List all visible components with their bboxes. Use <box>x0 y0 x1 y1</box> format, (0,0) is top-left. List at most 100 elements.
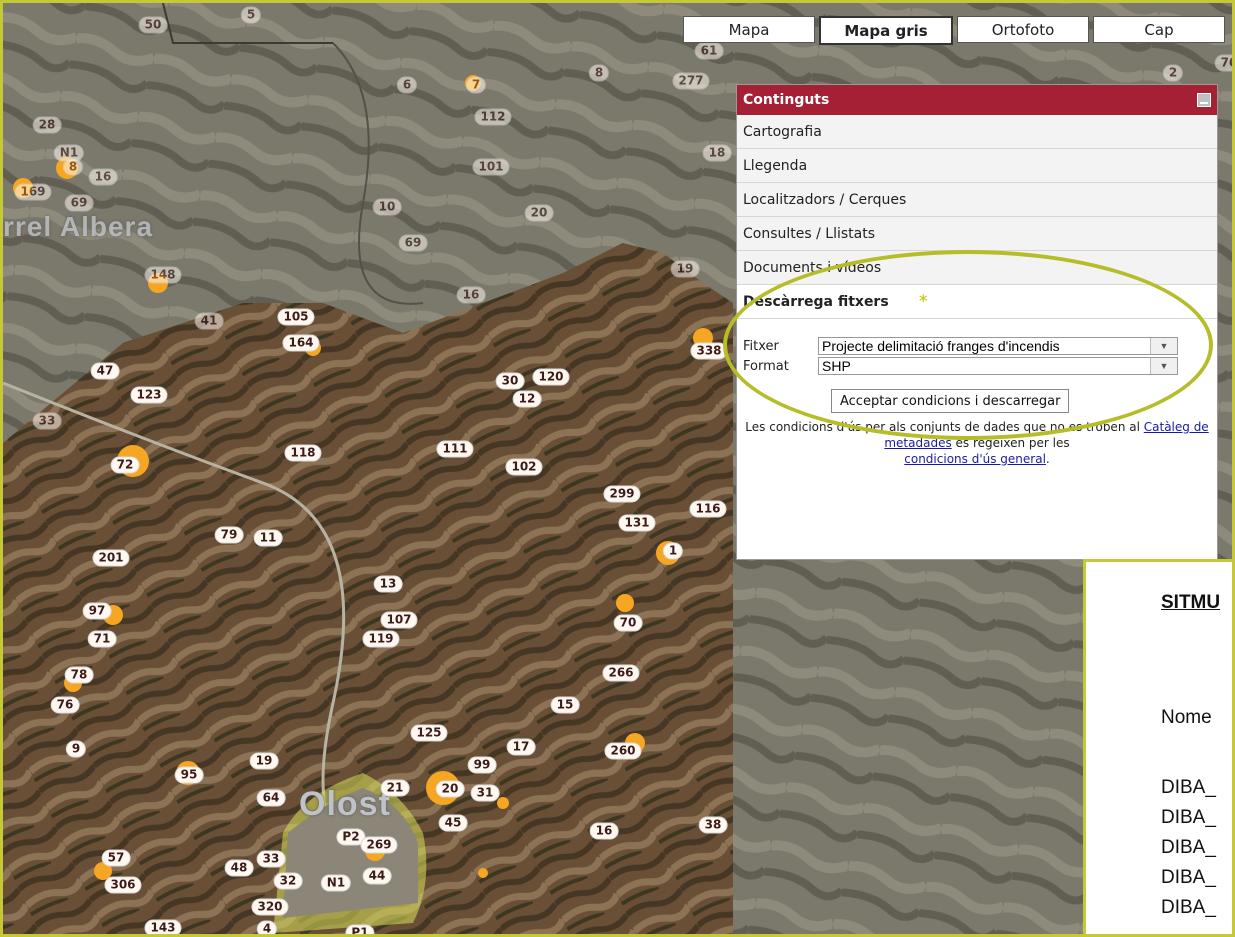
plot-number-label[interactable]: 111 <box>436 440 474 458</box>
plot-number-label[interactable]: 48 <box>224 859 254 877</box>
plot-number-label[interactable]: 143 <box>144 919 182 934</box>
plot-number-label[interactable]: 107 <box>380 611 418 629</box>
plot-number-label[interactable]: 5 <box>240 6 262 24</box>
plot-number-label[interactable]: 19 <box>249 752 279 770</box>
panel-item-documents[interactable]: Documents i vídeos <box>737 251 1217 285</box>
plot-number-label[interactable]: 10 <box>372 198 402 216</box>
plot-number-label[interactable]: 70 <box>613 614 643 632</box>
plot-number-label[interactable]: 76 <box>50 696 80 714</box>
plot-number-label[interactable]: 32 <box>273 872 303 890</box>
plot-number-label[interactable]: 131 <box>618 514 656 532</box>
plot-number-label[interactable]: 16 <box>456 286 486 304</box>
plot-number-label[interactable]: 148 <box>144 266 182 284</box>
plot-number-label[interactable]: 64 <box>256 789 286 807</box>
plot-number-label[interactable]: 47 <box>90 362 120 380</box>
plot-number-label[interactable]: 8 <box>62 158 84 176</box>
plot-number-label[interactable]: 7 <box>465 76 487 94</box>
panel-item-localitzadors[interactable]: Localitzadors / Cerques <box>737 183 1217 217</box>
plot-number-label[interactable]: 119 <box>362 630 400 648</box>
map-type-cap-button[interactable]: Cap <box>1093 16 1225 43</box>
plot-number-label[interactable]: 15 <box>550 696 580 714</box>
plot-number-label[interactable]: 61 <box>694 42 724 60</box>
plot-number-label[interactable]: 320 <box>251 898 289 916</box>
plot-number-label[interactable]: 120 <box>532 368 570 386</box>
plot-number-label[interactable]: 20 <box>524 204 554 222</box>
plot-number-label[interactable]: 19 <box>670 260 700 278</box>
plot-number-label[interactable]: 16 <box>589 822 619 840</box>
plot-number-label[interactable]: 33 <box>256 850 286 868</box>
plot-number-label[interactable]: 97 <box>82 602 112 620</box>
plot-number-label[interactable]: 79 <box>214 526 244 544</box>
plot-number-label[interactable]: 13 <box>373 575 403 593</box>
plot-number-label[interactable]: 269 <box>360 836 398 854</box>
plot-number-label[interactable]: 33 <box>32 412 62 430</box>
panel-item-descarrega[interactable]: Descàrrega fitxers * <box>737 285 1217 319</box>
minimize-icon[interactable] <box>1197 93 1211 107</box>
plot-number-label[interactable]: 70 <box>1214 54 1232 72</box>
plot-number-label[interactable]: 260 <box>604 742 642 760</box>
plot-number-label[interactable]: 1 <box>662 542 684 560</box>
plot-number-label[interactable]: 21 <box>380 779 410 797</box>
plot-number-label[interactable]: 299 <box>603 485 641 503</box>
plot-number-label[interactable]: 28 <box>32 116 62 134</box>
plot-number-label[interactable]: P1 <box>345 924 375 934</box>
plot-number-label[interactable]: 44 <box>362 867 392 885</box>
plot-number-label[interactable]: 9 <box>65 740 87 758</box>
plot-number-label[interactable]: 69 <box>398 234 428 252</box>
plot-number-label[interactable]: 20 <box>435 780 465 798</box>
plot-number-label[interactable]: 38 <box>698 816 728 834</box>
panel-item-consultes[interactable]: Consultes / Llistats <box>737 217 1217 251</box>
format-select[interactable]: SHP ▼ <box>818 357 1178 375</box>
plot-number-label[interactable]: 338 <box>690 342 728 360</box>
plot-number-label[interactable]: 125 <box>410 724 448 742</box>
plot-number-label[interactable]: 57 <box>101 849 131 867</box>
plot-number-label[interactable]: 11 <box>253 529 283 547</box>
map-type-ortofoto-button[interactable]: Ortofoto <box>957 16 1089 43</box>
file-select-value: Projecte delimitació franges d'incendis <box>822 338 1060 354</box>
plot-number-label[interactable]: N1 <box>320 874 352 892</box>
plot-number-label[interactable]: 95 <box>174 766 204 784</box>
conditions-text: Les condicions d'ús per als conjunts de … <box>743 419 1211 467</box>
panel-item-cartografia[interactable]: Cartografia <box>737 115 1217 149</box>
map-type-mapa-button[interactable]: Mapa <box>683 16 815 43</box>
plot-number-label[interactable]: 101 <box>472 158 510 176</box>
chevron-down-icon: ▼ <box>1150 338 1177 354</box>
plot-number-label[interactable]: 266 <box>602 664 640 682</box>
plot-number-label[interactable]: 116 <box>689 500 727 518</box>
plot-number-label[interactable]: 4 <box>256 920 278 934</box>
plot-number-label[interactable]: 306 <box>104 876 142 894</box>
plot-number-label[interactable]: 102 <box>505 458 543 476</box>
plot-number-label[interactable]: 45 <box>438 814 468 832</box>
plot-number-label[interactable]: 99 <box>467 756 497 774</box>
conditions-text-3: . <box>1045 452 1050 466</box>
plot-number-label[interactable]: 50 <box>138 16 168 34</box>
plot-number-label[interactable]: 169 <box>14 183 52 201</box>
plot-number-label[interactable]: 72 <box>110 456 140 474</box>
plot-number-label[interactable]: 118 <box>284 444 322 462</box>
plot-number-label[interactable]: 69 <box>64 194 94 212</box>
plot-number-label[interactable]: 16 <box>88 168 118 186</box>
plot-number-label[interactable]: 6 <box>396 76 418 94</box>
plot-number-label[interactable]: 277 <box>672 72 710 90</box>
file-select[interactable]: Projecte delimitació franges d'incendis … <box>818 337 1178 355</box>
plot-number-label[interactable]: 2 <box>1162 64 1184 82</box>
plot-number-label[interactable]: 12 <box>512 390 542 408</box>
plot-number-label[interactable]: 41 <box>194 312 224 330</box>
plot-number-label[interactable]: 71 <box>87 630 117 648</box>
panel-item-llegenda[interactable]: Llegenda <box>737 149 1217 183</box>
plot-number-label[interactable]: 18 <box>702 144 732 162</box>
general-conditions-link[interactable]: condicions d'ús general <box>904 452 1046 466</box>
plot-number-label[interactable]: 201 <box>92 549 130 567</box>
plot-number-label[interactable]: 17 <box>506 738 536 756</box>
plot-number-label[interactable]: 8 <box>588 64 610 82</box>
plot-number-label[interactable]: 123 <box>130 386 168 404</box>
plot-number-label[interactable]: 78 <box>64 666 94 684</box>
plot-number-label[interactable]: 164 <box>282 334 320 352</box>
plot-number-label[interactable]: 30 <box>495 372 525 390</box>
accept-download-button[interactable]: Acceptar condicions i descarregar <box>831 389 1070 413</box>
panel-header: Continguts <box>737 85 1217 115</box>
map-type-mapa-gris-button[interactable]: Mapa gris <box>819 16 953 45</box>
plot-number-label[interactable]: 105 <box>277 308 315 326</box>
plot-number-label[interactable]: 31 <box>470 784 500 802</box>
plot-number-label[interactable]: 112 <box>474 108 512 126</box>
